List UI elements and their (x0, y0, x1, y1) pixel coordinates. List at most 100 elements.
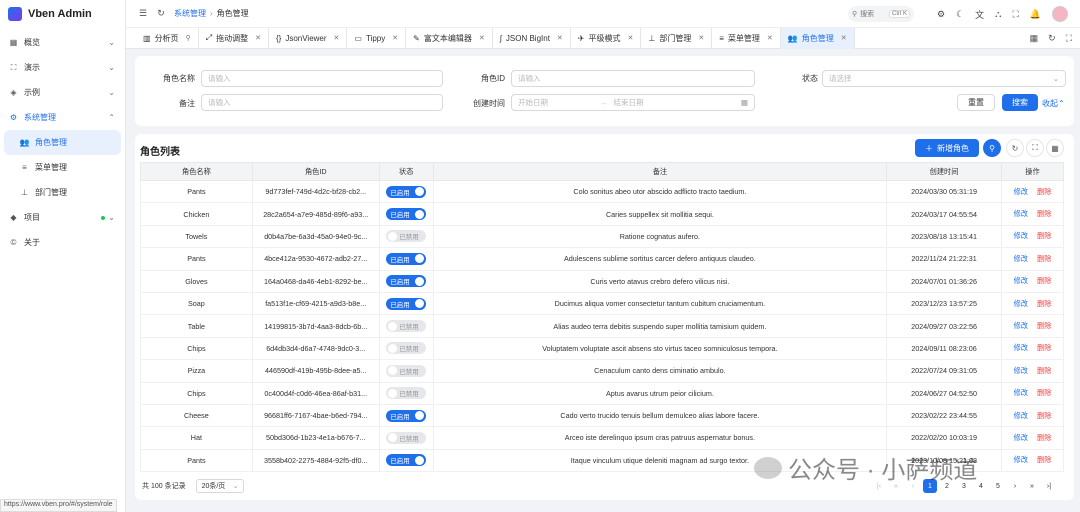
translate-icon[interactable]: 文 (975, 8, 984, 21)
app-logo[interactable]: Vben Admin (0, 0, 125, 28)
column-header[interactable]: 状态 (378, 162, 434, 181)
close-icon[interactable]: ✕ (841, 34, 847, 42)
status-select[interactable]: 请选择 ⌄ (822, 70, 1066, 87)
lock-icon[interactable]: ⛬ (995, 9, 1001, 20)
status-switch[interactable]: 已启用 (386, 185, 427, 198)
delete-link[interactable]: 删除 (1037, 321, 1051, 330)
tab-bigint[interactable]: ∫ JSON BigInt ✕ (493, 27, 571, 49)
close-icon[interactable]: ✕ (557, 34, 563, 42)
page-size-select[interactable]: 20条/页 ⌄ (195, 479, 244, 493)
delete-link[interactable]: 删除 (1037, 343, 1051, 352)
delete-link[interactable]: 删除 (1037, 231, 1051, 240)
status-switch[interactable]: 已禁用 (386, 230, 427, 243)
refresh-icon[interactable]: ↻ (1048, 33, 1056, 44)
role-name-input[interactable]: 请输入 (201, 70, 443, 87)
close-icon[interactable]: ✕ (479, 34, 485, 42)
delete-link[interactable]: 删除 (1037, 455, 1051, 464)
moon-icon[interactable]: ☾ (956, 9, 964, 20)
page-number[interactable]: 5 (991, 479, 1005, 493)
avatar[interactable] (1052, 6, 1068, 22)
tab-tippy[interactable]: ▭ Tippy ✕ (347, 27, 407, 49)
edit-link[interactable]: 修改 (1014, 254, 1028, 263)
close-icon[interactable]: ✕ (698, 34, 704, 42)
breadcrumb-role[interactable]: 角色管理 (217, 8, 249, 19)
refresh-icon[interactable]: ↻ (152, 8, 170, 19)
edit-link[interactable]: 修改 (1014, 276, 1028, 285)
edit-link[interactable]: 修改 (1014, 299, 1028, 308)
status-switch[interactable]: 已启用 (386, 208, 427, 221)
table-fullscreen-button[interactable]: ⛶ (1026, 139, 1044, 157)
column-header[interactable]: 角色名称 (140, 162, 253, 181)
menu-toggle-icon[interactable]: ☰ (134, 8, 152, 19)
delete-link[interactable]: 删除 (1037, 209, 1051, 218)
close-icon[interactable]: ✕ (767, 34, 773, 42)
close-icon[interactable]: ✕ (334, 34, 340, 42)
sidebar-item-overview[interactable]: ▦ 概览 ⌄ (0, 30, 125, 55)
edit-link[interactable]: 修改 (1014, 411, 1028, 420)
search-box[interactable]: ⚲ 搜索 Ctrl K (848, 6, 914, 22)
status-switch[interactable]: 已禁用 (386, 387, 427, 400)
next-fast-icon[interactable]: » (1025, 479, 1039, 493)
search-button[interactable]: 搜索 (1002, 94, 1038, 111)
delete-link[interactable]: 删除 (1037, 433, 1051, 442)
fullscreen-icon[interactable]: ⛶ (1012, 9, 1018, 20)
edit-link[interactable]: 修改 (1014, 388, 1028, 397)
edit-link[interactable]: 修改 (1014, 321, 1028, 330)
status-switch[interactable]: 已禁用 (386, 431, 427, 444)
delete-link[interactable]: 删除 (1037, 366, 1051, 375)
reset-button[interactable]: 重置 (957, 94, 995, 111)
status-switch[interactable]: 已启用 (386, 252, 427, 265)
column-header[interactable]: 角色ID (251, 162, 380, 181)
table-refresh-button[interactable]: ↻ (1006, 139, 1024, 157)
tab-analytics[interactable]: ▥ 分析页 ⚲ (136, 27, 199, 49)
edit-link[interactable]: 修改 (1014, 231, 1028, 240)
settings-icon[interactable]: ⚙ (937, 9, 945, 20)
maximize-icon[interactable]: ⛶ (1066, 33, 1072, 44)
delete-link[interactable]: 删除 (1037, 187, 1051, 196)
tab-menu[interactable]: ≡ 菜单管理 ✕ (712, 27, 781, 49)
sidebar-item-menu[interactable]: ≡ 菜单管理 (0, 155, 125, 180)
date-range-picker[interactable]: 开始日期 → 结束日期 ▦ (511, 94, 755, 111)
column-header[interactable]: 创建时间 (886, 162, 1002, 181)
sidebar-item-examples[interactable]: ◈ 示例 ⌄ (0, 80, 125, 105)
sidebar-item-project[interactable]: ◆ 项目 ⌄ (0, 205, 125, 230)
tab-editor[interactable]: ✎ 富文本编辑器 ✕ (406, 27, 493, 49)
last-page-icon[interactable]: ›| (1042, 479, 1056, 493)
tab-drag[interactable]: ⤢ 拖动调整 ✕ (199, 27, 269, 49)
tab-flat[interactable]: ✈ 平级模式 ✕ (571, 27, 642, 49)
close-icon[interactable]: ✕ (255, 34, 261, 42)
sidebar-item-demo[interactable]: ⛶ 演示 ⌄ (0, 55, 125, 80)
layout-icon[interactable]: ▦ (1030, 33, 1039, 44)
tab-jsonviewer[interactable]: {} JsonViewer ✕ (269, 27, 348, 49)
breadcrumb-system[interactable]: 系统管理 (174, 8, 206, 19)
delete-link[interactable]: 删除 (1037, 299, 1051, 308)
status-switch[interactable]: 已启用 (386, 454, 427, 467)
edit-link[interactable]: 修改 (1014, 209, 1028, 218)
pin-icon[interactable]: ⚲ (186, 34, 191, 42)
sidebar-item-about[interactable]: © 关于 (0, 230, 125, 255)
sidebar-item-role[interactable]: 👥 角色管理 (4, 130, 121, 155)
bell-icon[interactable]: 🔔 (1030, 9, 1041, 20)
role-id-input[interactable]: 请输入 (511, 70, 755, 87)
edit-link[interactable]: 修改 (1014, 366, 1028, 375)
column-header[interactable]: 操作 (1001, 162, 1064, 181)
collapse-toggle[interactable]: 收起⌃ (1042, 98, 1065, 109)
add-role-button[interactable]: ＋ 新增角色 (915, 139, 979, 157)
close-icon[interactable]: ✕ (392, 34, 398, 42)
delete-link[interactable]: 删除 (1037, 388, 1051, 397)
remark-input[interactable]: 请输入 (201, 94, 443, 111)
status-switch[interactable]: 已禁用 (386, 364, 427, 377)
table-search-button[interactable]: ⚲ (983, 139, 1001, 157)
next-page-icon[interactable]: › (1008, 479, 1022, 493)
status-switch[interactable]: 已启用 (386, 297, 427, 310)
status-switch[interactable]: 已禁用 (386, 320, 427, 333)
close-icon[interactable]: ✕ (628, 34, 634, 42)
delete-link[interactable]: 删除 (1037, 276, 1051, 285)
sidebar-item-system[interactable]: ⚙ 系统管理 ⌃ (0, 105, 125, 130)
tab-dept[interactable]: ⊥ 部门管理 ✕ (641, 27, 713, 49)
table-columns-button[interactable]: ▦ (1046, 139, 1064, 157)
tab-role[interactable]: 👥 角色管理 ✕ (780, 27, 855, 49)
sidebar-item-dept[interactable]: ⊥ 部门管理 (0, 180, 125, 205)
delete-link[interactable]: 删除 (1037, 254, 1051, 263)
status-switch[interactable]: 已启用 (386, 409, 427, 422)
